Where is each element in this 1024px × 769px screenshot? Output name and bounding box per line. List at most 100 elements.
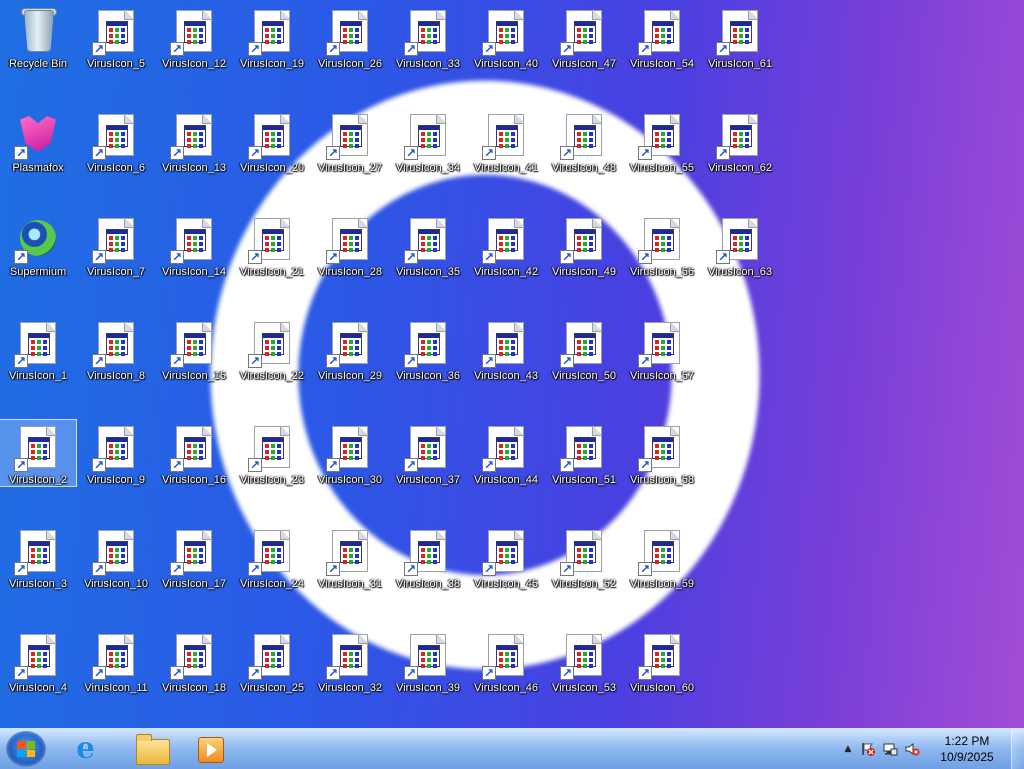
desktop-icon-virusicon-23[interactable]: ↗ VirusIcon_23 xyxy=(234,420,310,520)
desktop-icon-virusicon-4[interactable]: ↗ VirusIcon_4 xyxy=(0,628,76,728)
shortcut-arrow-icon: ↗ xyxy=(482,354,496,368)
desktop-icon-virusicon-21[interactable]: ↗ VirusIcon_21 xyxy=(234,212,310,312)
desktop-icon-virusicon-19[interactable]: ↗ VirusIcon_19 xyxy=(234,4,310,104)
desktop-icon-label: VirusIcon_37 xyxy=(395,474,460,486)
shortcut-document-icon: ↗ xyxy=(92,528,140,576)
desktop-icon-virusicon-55[interactable]: ↗ VirusIcon_55 xyxy=(624,108,700,208)
shortcut-document-icon: ↗ xyxy=(326,8,374,56)
shortcut-document-icon: ↗ xyxy=(482,320,530,368)
shortcut-document-icon: ↗ xyxy=(560,528,608,576)
desktop-icon-label: VirusIcon_43 xyxy=(473,370,538,382)
desktop-icon-virusicon-32[interactable]: ↗ VirusIcon_32 xyxy=(312,628,388,728)
desktop-icon-virusicon-30[interactable]: ↗ VirusIcon_30 xyxy=(312,420,388,520)
taskbar-clock[interactable]: 1:22 PM 10/9/2025 xyxy=(932,733,1002,765)
desktop-icon-virusicon-17[interactable]: ↗ VirusIcon_17 xyxy=(156,524,232,624)
volume-muted-icon[interactable] xyxy=(904,741,920,757)
desktop-icon-virusicon-27[interactable]: ↗ VirusIcon_27 xyxy=(312,108,388,208)
desktop-icon-virusicon-11[interactable]: ↗ VirusIcon_11 xyxy=(78,628,154,728)
desktop-icon-virusicon-46[interactable]: ↗ VirusIcon_46 xyxy=(468,628,544,728)
desktop-icon-recycle-bin[interactable]: Recycle Bin xyxy=(0,4,76,104)
desktop-icon-label: VirusIcon_59 xyxy=(629,578,694,590)
desktop-icon-virusicon-20[interactable]: ↗ VirusIcon_20 xyxy=(234,108,310,208)
desktop-icon-virusicon-10[interactable]: ↗ VirusIcon_10 xyxy=(78,524,154,624)
desktop-icon-virusicon-3[interactable]: ↗ VirusIcon_3 xyxy=(0,524,76,624)
desktop-icon-virusicon-29[interactable]: ↗ VirusIcon_29 xyxy=(312,316,388,416)
desktop-icon-virusicon-35[interactable]: ↗ VirusIcon_35 xyxy=(390,212,466,312)
desktop-icon-virusicon-40[interactable]: ↗ VirusIcon_40 xyxy=(468,4,544,104)
desktop-icon-virusicon-31[interactable]: ↗ VirusIcon_31 xyxy=(312,524,388,624)
desktop-icon-virusicon-62[interactable]: ↗ VirusIcon_62 xyxy=(702,108,778,208)
desktop-icon-virusicon-56[interactable]: ↗ VirusIcon_56 xyxy=(624,212,700,312)
shortcut-arrow-icon: ↗ xyxy=(482,42,496,56)
desktop-icon-virusicon-61[interactable]: ↗ VirusIcon_61 xyxy=(702,4,778,104)
show-desktop-button[interactable] xyxy=(1011,729,1024,769)
shortcut-document-icon: ↗ xyxy=(404,528,452,576)
shortcut-arrow-icon: ↗ xyxy=(482,562,496,576)
desktop-icon-virusicon-24[interactable]: ↗ VirusIcon_24 xyxy=(234,524,310,624)
desktop-icon-virusicon-12[interactable]: ↗ VirusIcon_12 xyxy=(156,4,232,104)
desktop-icon-virusicon-1[interactable]: ↗ VirusIcon_1 xyxy=(0,316,76,416)
desktop-icon-virusicon-5[interactable]: ↗ VirusIcon_5 xyxy=(78,4,154,104)
desktop-icon-virusicon-33[interactable]: ↗ VirusIcon_33 xyxy=(390,4,466,104)
desktop[interactable]: Recycle Bin ↗ Plasmafox ↗ Supermium ↗ VirusIco… xyxy=(0,0,1024,728)
desktop-icon-virusicon-54[interactable]: ↗ VirusIcon_54 xyxy=(624,4,700,104)
desktop-icon-virusicon-2[interactable]: ↗ VirusIcon_2 xyxy=(0,419,77,487)
desktop-icon-virusicon-47[interactable]: ↗ VirusIcon_47 xyxy=(546,4,622,104)
desktop-icon-virusicon-58[interactable]: ↗ VirusIcon_58 xyxy=(624,420,700,520)
desktop-icon-virusicon-16[interactable]: ↗ VirusIcon_16 xyxy=(156,420,232,520)
desktop-icon-virusicon-7[interactable]: ↗ VirusIcon_7 xyxy=(78,212,154,312)
desktop-icon-virusicon-8[interactable]: ↗ VirusIcon_8 xyxy=(78,316,154,416)
desktop-icon-virusicon-39[interactable]: ↗ VirusIcon_39 xyxy=(390,628,466,728)
desktop-icon-label: VirusIcon_13 xyxy=(161,162,226,174)
desktop-icon-virusicon-26[interactable]: ↗ VirusIcon_26 xyxy=(312,4,388,104)
desktop-icon-virusicon-57[interactable]: ↗ VirusIcon_57 xyxy=(624,316,700,416)
desktop-icon-virusicon-59[interactable]: ↗ VirusIcon_59 xyxy=(624,524,700,624)
desktop-icon-virusicon-52[interactable]: ↗ VirusIcon_52 xyxy=(546,524,622,624)
network-icon[interactable] xyxy=(882,741,898,757)
shortcut-document-icon: ↗ xyxy=(170,424,218,472)
desktop-icon-virusicon-13[interactable]: ↗ VirusIcon_13 xyxy=(156,108,232,208)
desktop-icon-virusicon-22[interactable]: ↗ VirusIcon_22 xyxy=(234,316,310,416)
desktop-icon-virusicon-41[interactable]: ↗ VirusIcon_41 xyxy=(468,108,544,208)
desktop-icon-virusicon-51[interactable]: ↗ VirusIcon_51 xyxy=(546,420,622,520)
desktop-icon-virusicon-48[interactable]: ↗ VirusIcon_48 xyxy=(546,108,622,208)
desktop-icon-label: VirusIcon_11 xyxy=(84,682,148,694)
desktop-icon-virusicon-9[interactable]: ↗ VirusIcon_9 xyxy=(78,420,154,520)
shortcut-document-icon: ↗ xyxy=(326,632,374,680)
shortcut-arrow-icon: ↗ xyxy=(326,354,340,368)
desktop-icon-virusicon-49[interactable]: ↗ VirusIcon_49 xyxy=(546,212,622,312)
taskbar-internet-explorer[interactable]: e xyxy=(60,731,118,767)
desktop-icon-virusicon-63[interactable]: ↗ VirusIcon_63 xyxy=(702,212,778,312)
action-center-flag-icon[interactable] xyxy=(860,741,876,757)
taskbar-file-explorer[interactable] xyxy=(122,731,180,767)
show-hidden-icons-button[interactable]: ▲ xyxy=(840,741,856,757)
desktop-icon-virusicon-25[interactable]: ↗ VirusIcon_25 xyxy=(234,628,310,728)
desktop-icon-supermium[interactable]: ↗ Supermium xyxy=(0,212,76,312)
desktop-icon-virusicon-28[interactable]: ↗ VirusIcon_28 xyxy=(312,212,388,312)
desktop-icon-virusicon-50[interactable]: ↗ VirusIcon_50 xyxy=(546,316,622,416)
desktop-icon-virusicon-53[interactable]: ↗ VirusIcon_53 xyxy=(546,628,622,728)
desktop-icon-virusicon-15[interactable]: ↗ VirusIcon_15 xyxy=(156,316,232,416)
desktop-icon-virusicon-60[interactable]: ↗ VirusIcon_60 xyxy=(624,628,700,728)
shortcut-document-icon: ↗ xyxy=(404,8,452,56)
desktop-icon-virusicon-6[interactable]: ↗ VirusIcon_6 xyxy=(78,108,154,208)
shortcut-document-icon: ↗ xyxy=(482,632,530,680)
desktop-icon-label: VirusIcon_50 xyxy=(551,370,616,382)
desktop-icon-label: VirusIcon_16 xyxy=(161,474,226,486)
desktop-icon-virusicon-42[interactable]: ↗ VirusIcon_42 xyxy=(468,212,544,312)
desktop-icon-label: VirusIcon_57 xyxy=(629,370,694,382)
desktop-icon-label: VirusIcon_28 xyxy=(317,266,382,278)
desktop-icon-virusicon-43[interactable]: ↗ VirusIcon_43 xyxy=(468,316,544,416)
desktop-icon-plasmafox[interactable]: ↗ Plasmafox xyxy=(0,108,76,208)
desktop-icon-virusicon-38[interactable]: ↗ VirusIcon_38 xyxy=(390,524,466,624)
desktop-icon-virusicon-34[interactable]: ↗ VirusIcon_34 xyxy=(390,108,466,208)
desktop-icon-virusicon-36[interactable]: ↗ VirusIcon_36 xyxy=(390,316,466,416)
desktop-icon-virusicon-44[interactable]: ↗ VirusIcon_44 xyxy=(468,420,544,520)
desktop-icon-virusicon-37[interactable]: ↗ VirusIcon_37 xyxy=(390,420,466,520)
desktop-icon-virusicon-14[interactable]: ↗ VirusIcon_14 xyxy=(156,212,232,312)
taskbar-media-player[interactable] xyxy=(180,731,238,767)
start-button[interactable] xyxy=(6,731,46,767)
desktop-icon-virusicon-18[interactable]: ↗ VirusIcon_18 xyxy=(156,628,232,728)
desktop-icon-label: VirusIcon_26 xyxy=(317,58,382,70)
desktop-icon-virusicon-45[interactable]: ↗ VirusIcon_45 xyxy=(468,524,544,624)
